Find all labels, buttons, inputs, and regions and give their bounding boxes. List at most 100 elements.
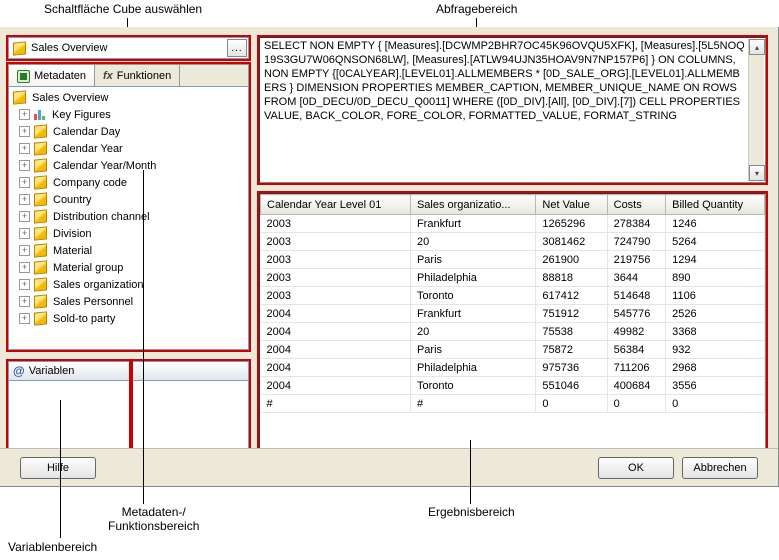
tree-item[interactable]: + Sales Personnel: [13, 293, 248, 310]
expand-icon[interactable]: +: [19, 194, 30, 205]
scroll-up-button[interactable]: ▴: [749, 39, 765, 55]
tree-item[interactable]: +Sales organization: [13, 276, 248, 293]
column-header[interactable]: Net Value: [536, 195, 607, 215]
expand-icon[interactable]: +: [19, 262, 30, 273]
column-header[interactable]: Calendar Year Level 01: [261, 195, 411, 215]
table-row[interactable]: 2003Paris2619002197561294: [261, 251, 765, 269]
tree-item[interactable]: + Key Figures: [13, 106, 248, 123]
table-cell: 0: [536, 395, 607, 413]
table-cell: 75538: [536, 323, 607, 341]
results-panel[interactable]: Calendar Year Level 01Sales organizatio.…: [259, 193, 766, 449]
functions-icon: fx: [103, 70, 113, 82]
expand-icon[interactable]: +: [19, 109, 30, 120]
expand-icon[interactable]: +: [19, 313, 30, 324]
table-cell: 278384: [607, 215, 666, 233]
table-cell: 0: [666, 395, 765, 413]
expand-icon[interactable]: +: [19, 245, 30, 256]
table-cell: Paris: [410, 251, 535, 269]
table-cell: 2003: [261, 215, 411, 233]
cube-icon: [34, 311, 47, 325]
tree-children: +Key Figures+Calendar Day+Calendar Year+…: [13, 106, 248, 327]
cancel-button[interactable]: Abbrechen: [682, 457, 758, 479]
tree-item-label: Country: [51, 194, 92, 206]
table-cell: 551046: [536, 377, 607, 395]
table-row[interactable]: 2004Toronto5510464006843556: [261, 377, 765, 395]
table-row[interactable]: 2003Frankfurt12652962783841246: [261, 215, 765, 233]
table-cell: 2003: [261, 233, 411, 251]
tree-item[interactable]: +Distribution channel: [13, 208, 248, 225]
query-scrollbar[interactable]: ▴ ▾: [748, 39, 764, 181]
table-cell: Philadelphia: [410, 269, 535, 287]
expand-icon[interactable]: +: [19, 228, 30, 239]
at-icon: @: [13, 364, 25, 378]
cube-icon: [34, 158, 47, 172]
column-header[interactable]: Costs: [607, 195, 666, 215]
ok-button[interactable]: OK: [598, 457, 674, 479]
tree-item[interactable]: +Company code: [13, 174, 248, 191]
table-row[interactable]: 2003Philadelphia888183644890: [261, 269, 765, 287]
expand-icon[interactable]: +: [19, 126, 30, 137]
tree-root-container: Sales Overview + Key Figures +Calendar Day…: [9, 87, 248, 327]
tree-root-node[interactable]: Sales Overview: [13, 89, 248, 106]
tree-item[interactable]: +Sold-to party: [13, 310, 248, 327]
cube-selector[interactable]: Sales Overview ...: [8, 37, 249, 59]
expand-icon[interactable]: +: [19, 211, 30, 222]
table-cell: 2003: [261, 269, 411, 287]
table-cell: 711206: [607, 359, 666, 377]
column-header[interactable]: Sales organizatio...: [410, 195, 535, 215]
expand-icon[interactable]: +: [19, 279, 30, 290]
button-bar: Hilfe OK Abbrechen: [0, 448, 778, 486]
table-cell: 545776: [607, 305, 666, 323]
tree-item[interactable]: + Material group: [13, 259, 248, 276]
callout-line: [470, 440, 471, 504]
table-cell: 1265296: [536, 215, 607, 233]
tree-item[interactable]: + Country: [13, 191, 248, 208]
variables-header[interactable]: @ Variablen: [8, 361, 249, 381]
tree-item[interactable]: +Calendar Year: [13, 140, 248, 157]
expand-icon[interactable]: +: [19, 177, 30, 188]
table-cell: 261900: [536, 251, 607, 269]
callout-line: [143, 170, 144, 504]
cube-icon: [34, 175, 47, 189]
expand-icon[interactable]: +: [19, 296, 30, 307]
scroll-down-button[interactable]: ▾: [749, 165, 765, 181]
tree-item-label: Sales Personnel: [51, 296, 133, 308]
cube-icon: [34, 243, 47, 257]
help-button[interactable]: Hilfe: [20, 457, 96, 479]
table-row[interactable]: 20032030814627247905264: [261, 233, 765, 251]
results-body: 2003Frankfurt126529627838412462003203081…: [261, 215, 765, 413]
cube-browse-button[interactable]: ...: [227, 39, 247, 57]
callout-variables-area: Variablenbereich: [8, 540, 97, 554]
cube-icon: [34, 192, 47, 206]
table-row[interactable]: 2004Frankfurt7519125457762526: [261, 305, 765, 323]
table-row[interactable]: ##000: [261, 395, 765, 413]
table-row[interactable]: 20042075538499823368: [261, 323, 765, 341]
tab-metadata[interactable]: Metadaten: [9, 65, 95, 87]
tree-item-label: Material group: [51, 262, 123, 274]
expand-icon[interactable]: +: [19, 143, 30, 154]
variables-body[interactable]: [8, 381, 249, 449]
tree-item-label: Material: [51, 245, 92, 257]
table-cell: 2004: [261, 359, 411, 377]
tree-item[interactable]: +Division: [13, 225, 248, 242]
tab-functions[interactable]: fx Funktionen: [95, 65, 180, 87]
table-cell: 1106: [666, 287, 765, 305]
cube-icon: [34, 141, 47, 155]
column-header[interactable]: Billed Quantity: [666, 195, 765, 215]
tree-item[interactable]: +Calendar Year/Month: [13, 157, 248, 174]
table-cell: Frankfurt: [410, 305, 535, 323]
tree-item[interactable]: + Material: [13, 242, 248, 259]
tree-item-label: Key Figures: [50, 109, 111, 121]
expand-icon[interactable]: +: [19, 160, 30, 171]
metadata-tree[interactable]: Sales Overview + Key Figures +Calendar Day…: [8, 86, 249, 350]
tree-item[interactable]: +Calendar Day: [13, 123, 248, 140]
table-cell: 3368: [666, 323, 765, 341]
key-figures-icon: [34, 109, 46, 120]
app-panel: Sales Overview ... Metadaten fx Funktion…: [0, 27, 779, 487]
mdx-query-textarea[interactable]: SELECT NON EMPTY { [Measures].[DCWMP2BHR…: [259, 37, 766, 183]
table-row[interactable]: 2004Paris7587256384932: [261, 341, 765, 359]
table-row[interactable]: 2004Philadelphia9757367112062968: [261, 359, 765, 377]
table-cell: 20: [410, 323, 535, 341]
table-cell: 400684: [607, 377, 666, 395]
table-row[interactable]: 2003Toronto6174125146481106: [261, 287, 765, 305]
